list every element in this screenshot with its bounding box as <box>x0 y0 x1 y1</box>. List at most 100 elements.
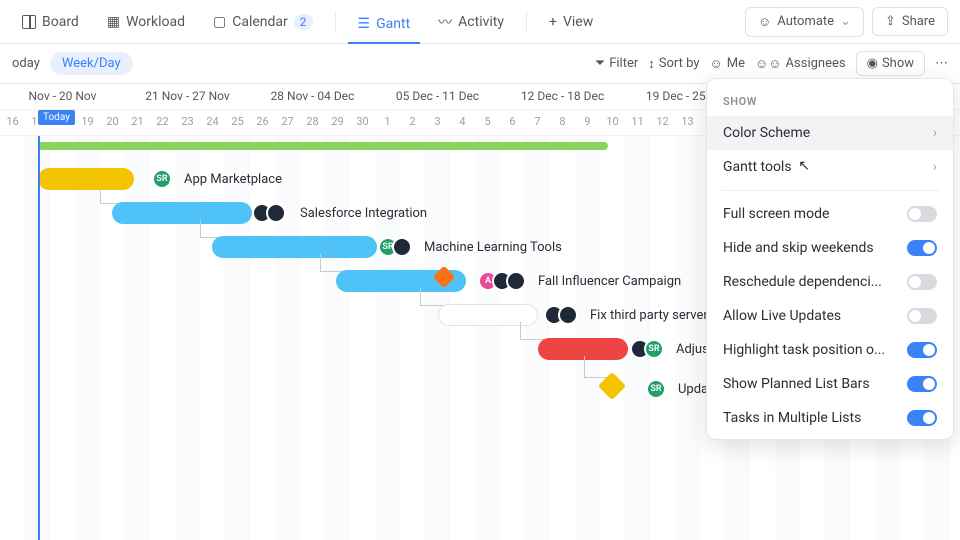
calendar-icon: ▢ <box>213 14 226 30</box>
separator <box>526 11 527 33</box>
assignees-label: Assignees <box>786 56 846 71</box>
calendar-badge: 2 <box>294 14 313 30</box>
toggle[interactable] <box>907 274 937 290</box>
task-bar[interactable] <box>538 338 628 360</box>
tab-calendar[interactable]: ▢ Calendar 2 <box>203 8 323 36</box>
task-label[interactable]: Upda <box>678 382 708 397</box>
task-label[interactable]: Salesforce Integration <box>300 206 427 221</box>
tab-board[interactable]: Board <box>12 8 89 36</box>
day-cell: 1 <box>375 110 400 135</box>
chevron-down-icon: ⌄ <box>840 14 851 29</box>
panel-row-fullscreen[interactable]: Full screen mode <box>707 197 953 231</box>
panel-row-highlight[interactable]: Highlight task position o... <box>707 333 953 367</box>
toggle[interactable] <box>907 410 937 426</box>
chevron-right-icon: › <box>933 159 937 175</box>
task-label[interactable]: Fix third party server <box>590 308 708 323</box>
row-label: Color Scheme <box>723 125 810 141</box>
tab-label: View <box>563 14 593 30</box>
tab-activity[interactable]: 〰 Activity <box>428 6 514 38</box>
show-button[interactable]: ◉Show <box>856 51 925 76</box>
day-cell: 13 <box>675 110 700 135</box>
filter-button[interactable]: ⏷Filter <box>595 56 638 71</box>
row-label: Gantt tools <box>723 159 792 175</box>
toggle[interactable] <box>907 308 937 324</box>
avatar[interactable] <box>506 271 526 291</box>
assignees-button[interactable]: ☺☺ Assignees <box>755 56 846 72</box>
month-cell: 21 Nov - 27 Nov <box>125 84 250 109</box>
show-panel: SHOW Color Scheme › Gantt tools › Full s… <box>706 78 954 440</box>
row-label: Allow Live Updates <box>723 308 841 324</box>
show-label: Show <box>882 56 914 71</box>
more-icon[interactable]: ⋯ <box>935 56 948 71</box>
task-bar[interactable] <box>212 236 377 258</box>
day-cell: 3 <box>425 110 450 135</box>
separator <box>335 11 336 33</box>
today-tag: Today <box>38 110 75 125</box>
row-label: Full screen mode <box>723 206 829 222</box>
me-button[interactable]: ☺Me <box>709 56 745 72</box>
toggle[interactable] <box>907 240 937 256</box>
avatar[interactable] <box>392 237 412 257</box>
me-label: Me <box>727 56 745 71</box>
row-label: Reschedule dependenci... <box>723 274 882 290</box>
avatar[interactable]: SR <box>644 339 664 359</box>
chevron-right-icon: › <box>933 125 937 141</box>
row-label: Hide and skip weekends <box>723 240 874 256</box>
toggle[interactable] <box>907 376 937 392</box>
panel-row-color-scheme[interactable]: Color Scheme › <box>707 116 953 150</box>
toggle[interactable] <box>907 342 937 358</box>
panel-heading: SHOW <box>707 91 953 116</box>
task-label[interactable]: App Marketplace <box>184 172 282 187</box>
today-link[interactable]: oday <box>12 56 40 71</box>
day-cell: 21 <box>125 110 150 135</box>
day-cell: 4 <box>450 110 475 135</box>
automate-button[interactable]: ☺ Automate ⌄ <box>745 7 864 37</box>
day-cell: 8 <box>550 110 575 135</box>
activity-icon: 〰 <box>438 12 452 32</box>
panel-row-hide-weekends[interactable]: Hide and skip weekends <box>707 231 953 265</box>
workload-icon: ▦ <box>107 14 120 30</box>
tab-gantt[interactable]: ☰ Gantt <box>348 10 421 44</box>
task-label[interactable]: Machine Learning Tools <box>424 240 562 255</box>
cursor-icon: ↖ <box>798 158 810 174</box>
today-indicator <box>38 136 40 540</box>
panel-row-live-updates[interactable]: Allow Live Updates <box>707 299 953 333</box>
summary-bar[interactable] <box>38 142 608 150</box>
avatar[interactable]: SR <box>646 379 666 399</box>
panel-row-planned-bars[interactable]: Show Planned List Bars <box>707 367 953 401</box>
tab-label: Gantt <box>376 16 410 32</box>
tab-workload[interactable]: ▦ Workload <box>97 8 195 36</box>
panel-row-reschedule[interactable]: Reschedule dependenci... <box>707 265 953 299</box>
plus-icon: + <box>549 14 557 30</box>
month-cell: 05 Dec - 11 Dec <box>375 84 500 109</box>
add-view-button[interactable]: + View <box>539 8 603 36</box>
toggle[interactable] <box>907 206 937 222</box>
task-label[interactable]: Fall Influencer Campaign <box>538 274 681 289</box>
day-cell: 26 <box>250 110 275 135</box>
people-icon: ☺☺ <box>755 56 782 72</box>
tab-label: Board <box>42 14 79 30</box>
day-cell: 28 <box>300 110 325 135</box>
month-cell: 12 Dec - 18 Dec <box>500 84 625 109</box>
day-cell: 12 <box>650 110 675 135</box>
row-label: Show Planned List Bars <box>723 376 870 392</box>
panel-row-multi-lists[interactable]: Tasks in Multiple Lists <box>707 401 953 435</box>
day-cell: 29 <box>325 110 350 135</box>
day-cell: 7 <box>525 110 550 135</box>
button-label: Automate <box>777 14 834 29</box>
milestone-icon[interactable] <box>598 372 626 400</box>
task-bar[interactable] <box>112 202 252 224</box>
sortby-button[interactable]: ↕Sort by <box>648 56 699 72</box>
panel-row-gantt-tools[interactable]: Gantt tools › <box>707 150 953 184</box>
button-label: Share <box>902 14 935 29</box>
avatar[interactable] <box>558 305 578 325</box>
day-cell: 11 <box>625 110 650 135</box>
day-cell: 10 <box>600 110 625 135</box>
tab-label: Calendar <box>232 14 288 30</box>
share-button[interactable]: ⇪ Share <box>872 7 948 36</box>
day-cell: 2 <box>400 110 425 135</box>
avatar[interactable]: SR <box>152 169 172 189</box>
avatar[interactable] <box>266 203 286 223</box>
weekday-pill[interactable]: Week/Day <box>50 52 133 75</box>
robot-icon: ☺ <box>758 14 771 30</box>
